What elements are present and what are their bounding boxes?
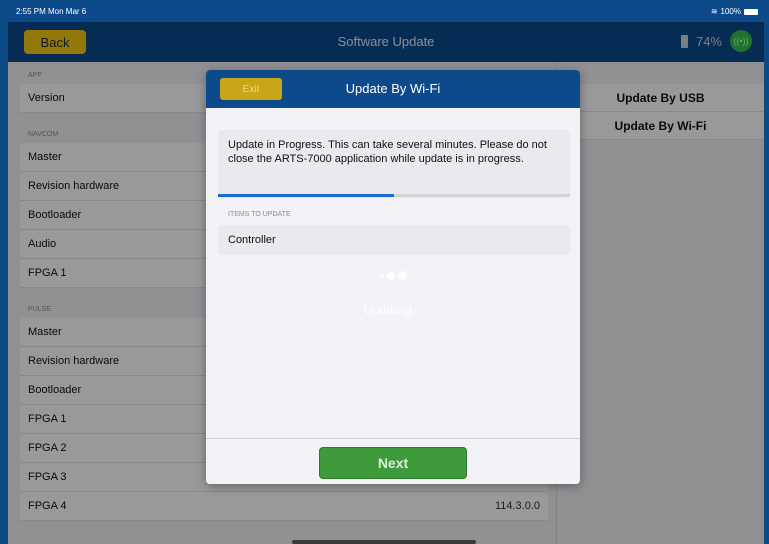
- update-modal: Exit Update By Wi-Fi Update in Progress.…: [206, 70, 580, 484]
- status-text: Updating...: [363, 303, 423, 317]
- next-button[interactable]: Next: [319, 447, 467, 479]
- modal-title: Update By Wi-Fi: [345, 81, 441, 96]
- progress-bar-fill: [218, 194, 394, 197]
- modal-footer: Next: [206, 438, 580, 484]
- battery-icon: [744, 8, 758, 15]
- list-item: Controller: [218, 225, 570, 255]
- status-time: 2:55 PM Mon Mar 6: [16, 7, 87, 16]
- modal-header: Exit Update By Wi-Fi: [206, 70, 580, 108]
- loading-spinner-icon: [206, 271, 580, 280]
- progress-message: Update in Progress. This can take severa…: [218, 130, 570, 198]
- wifi-icon: ≋: [710, 7, 718, 16]
- status-system: ≋ 100%: [711, 7, 758, 16]
- home-indicator[interactable]: [292, 540, 476, 544]
- items-to-update-header: ITEMS TO UPDATE: [228, 211, 291, 218]
- battery-percent: 100%: [720, 7, 741, 16]
- item-label: Controller: [228, 234, 276, 246]
- progress-bar: [218, 194, 570, 197]
- status-bar: 2:55 PM Mon Mar 6 ≋ 100%: [8, 4, 764, 22]
- ipad-screen: 2:55 PM Mon Mar 6 ≋ 100% Back Software U…: [8, 4, 764, 544]
